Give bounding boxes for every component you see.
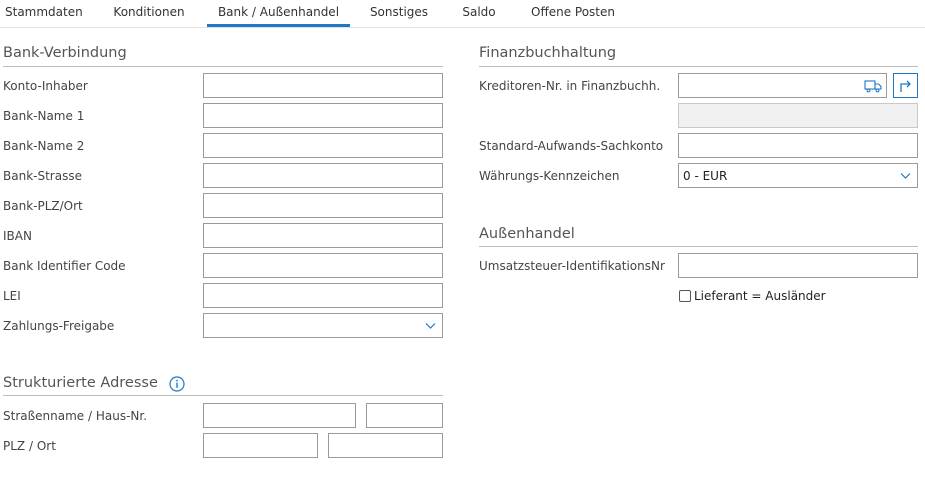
address-section-divider: [3, 395, 443, 396]
tab-offene-posten[interactable]: Offene Posten: [528, 0, 618, 25]
bank-section-title: Bank-Verbindung: [3, 45, 127, 61]
truck-lookup-icon[interactable]: [864, 79, 882, 93]
bank-plz-ort-input[interactable]: [203, 193, 443, 218]
waehrung-label: Währungs-Kennzeichen: [479, 169, 620, 183]
iban-label: IBAN: [3, 229, 32, 243]
waehrung-value: 0 - EUR: [683, 169, 728, 183]
ort-input[interactable]: [328, 433, 443, 458]
zahlungs-freigabe-select[interactable]: [203, 313, 443, 338]
fibu-section-title: Finanzbuchhaltung: [479, 45, 617, 61]
bank-strasse-input[interactable]: [203, 163, 443, 188]
chevron-down-icon: [425, 323, 436, 329]
bic-input[interactable]: [203, 253, 443, 278]
bic-label: Bank Identifier Code: [3, 259, 126, 273]
sachkonto-label: Standard-Aufwands-Sachkonto: [479, 139, 664, 153]
bank-section-divider: [3, 66, 443, 67]
kreditor-name-readonly: [678, 103, 918, 128]
plz-ort-label: PLZ / Ort: [3, 439, 56, 453]
hausnummer-input[interactable]: [366, 403, 443, 428]
bank-name-1-label: Bank-Name 1: [3, 109, 85, 123]
address-section-title: Strukturierte Adresse: [3, 375, 158, 391]
konto-inhaber-label: Konto-Inhaber: [3, 79, 88, 93]
ustid-label: Umsatzsteuer-IdentifikationsNr: [479, 259, 665, 273]
iban-input[interactable]: [203, 223, 443, 248]
chevron-down-icon: [900, 173, 911, 179]
sachkonto-input[interactable]: [678, 133, 918, 158]
aussenhandel-section-title: Außenhandel: [479, 226, 575, 242]
aussenhandel-section-divider: [479, 246, 918, 247]
bank-strasse-label: Bank-Strasse: [3, 169, 82, 183]
strasse-hausnr-label: Straßenname / Haus-Nr.: [3, 409, 148, 423]
strassenname-input[interactable]: [203, 403, 356, 428]
bank-name-1-input[interactable]: [203, 103, 443, 128]
lei-label: LEI: [3, 289, 21, 303]
waehrung-select[interactable]: 0 - EUR: [678, 163, 918, 188]
bank-plz-ort-label: Bank-PLZ/Ort: [3, 199, 83, 213]
kreditoren-nr-input[interactable]: [678, 73, 887, 98]
tab-bank-aussenhandel[interactable]: Bank / Außenhandel: [207, 0, 350, 27]
jump-arrow-icon: [900, 80, 911, 92]
tab-saldo[interactable]: Saldo: [458, 0, 500, 25]
kreditoren-nr-label: Kreditoren-Nr. in Finanzbuchh.: [479, 79, 661, 93]
tab-konditionen[interactable]: Konditionen: [110, 0, 188, 25]
tab-bar: Stammdaten Konditionen Bank / Außenhande…: [0, 0, 925, 28]
lei-input[interactable]: [203, 283, 443, 308]
bank-name-2-input[interactable]: [203, 133, 443, 158]
auslaender-label[interactable]: Lieferant = Ausländer: [694, 289, 826, 303]
konto-inhaber-input[interactable]: [203, 73, 443, 98]
info-icon[interactable]: [169, 376, 185, 392]
tab-sonstiges[interactable]: Sonstiges: [367, 0, 431, 25]
zahlungs-freigabe-label: Zahlungs-Freigabe: [3, 319, 115, 333]
plz-input[interactable]: [203, 433, 318, 458]
auslaender-checkbox[interactable]: [679, 290, 691, 302]
ustid-input[interactable]: [678, 253, 918, 278]
jump-to-kreditor-button[interactable]: [893, 73, 918, 98]
fibu-section-divider: [479, 66, 918, 67]
tab-stammdaten[interactable]: Stammdaten: [5, 0, 83, 25]
bank-name-2-label: Bank-Name 2: [3, 139, 85, 153]
